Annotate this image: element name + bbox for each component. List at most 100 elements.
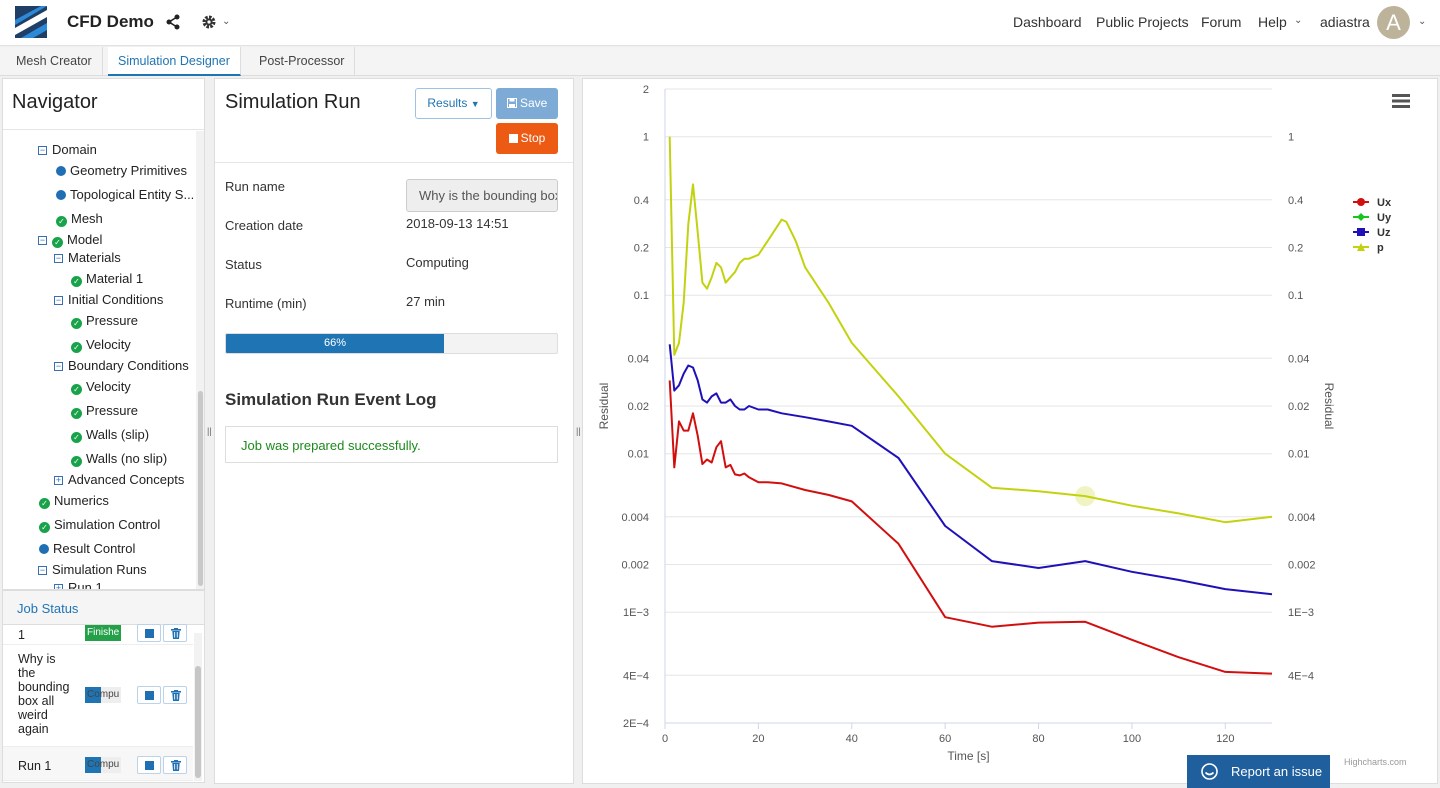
tree-item[interactable]: ✓ Velocity [71,379,131,395]
tree-item[interactable]: ✓ Mesh [56,211,103,227]
tree-item-label: Velocity [86,337,131,352]
tab-post-processor[interactable]: Post-Processor [249,47,356,76]
table-row[interactable]: Why is the bounding box all weird again … [3,645,193,747]
expand-icon[interactable]: + [54,476,63,485]
run-name-input[interactable]: Why is the bounding box all weird again [406,179,558,212]
tree-item-label: Pressure [86,313,139,328]
tree-item[interactable]: ✓ Numerics [39,493,109,509]
y-tick-label: 0.1 [634,290,649,302]
tree-item[interactable]: − ✓ Model [38,232,102,248]
tree-item-label: Walls (no slip) [86,451,168,466]
chevron-down-icon[interactable]: ⌄ [222,16,230,27]
tab-mesh-creator[interactable]: Mesh Creator [6,47,103,76]
page-title: Simulation Run [225,91,361,113]
job-name: Run 1 [18,759,52,773]
delete-job-button[interactable] [163,624,187,642]
check-icon: ✓ [52,237,63,248]
stop-button[interactable]: Stop [496,123,558,154]
floppy-disk-icon [506,98,517,108]
tree-item[interactable]: − Initial Conditions [54,292,163,307]
share-icon[interactable] [166,14,180,30]
tree-item[interactable]: − Materials [54,250,121,265]
tree-item[interactable]: − Simulation Runs [38,562,147,577]
tree-item-label: Materials [68,250,121,265]
stop-icon [508,134,518,143]
tree-item[interactable]: Topological Entity S... [56,187,194,202]
check-icon: ✓ [71,408,82,419]
gear-icon[interactable] [201,14,217,30]
tree-item-label: Result Control [53,541,136,556]
results-dropdown-button[interactable]: Results ▼ [415,88,492,119]
tree-item[interactable]: + Advanced Concepts [54,472,184,487]
nav-forum[interactable]: Forum [1201,14,1241,30]
status-dot-icon [39,544,49,554]
tree-item[interactable]: Result Control [39,541,135,556]
chart-credits[interactable]: Highcharts.com [1344,757,1407,767]
panel-splitter-handle[interactable]: || [576,426,581,436]
report-issue-label: Report an issue [1231,764,1323,779]
nav-dashboard[interactable]: Dashboard [1013,14,1082,30]
legend-label: p [1377,242,1384,254]
stop-job-button[interactable] [137,686,161,704]
collapse-icon[interactable]: − [38,566,47,575]
x-tick-label: 60 [939,733,951,745]
tree-item[interactable]: ✓ Velocity [71,337,131,353]
username[interactable]: adiastra [1320,14,1370,30]
tree-item[interactable]: ✓ Material 1 [71,271,143,287]
collapse-icon[interactable]: − [54,254,63,263]
tree-item[interactable]: ✓ Walls (slip) [71,427,149,443]
tree-item-label: Initial Conditions [68,292,164,307]
series-line-Ux [668,380,1273,675]
collapse-icon[interactable]: − [38,146,47,155]
collapse-icon[interactable]: − [38,236,47,245]
chevron-down-icon[interactable]: ⌄ [1294,15,1302,26]
table-row[interactable]: 1 Finishe [3,624,193,645]
tree-item[interactable]: ✓ Pressure [71,313,138,329]
stop-icon [145,761,154,770]
tree-item[interactable]: ✓ Walls (no slip) [71,451,167,467]
collapse-icon[interactable]: − [54,362,63,371]
job-status-title[interactable]: Job Status [17,601,78,616]
creation-date-value: 2018-09-13 14:51 [406,216,509,231]
tree-item[interactable]: + Run 1 [54,580,103,589]
chart-menu-icon[interactable] [1392,94,1410,108]
tab-simulation-designer[interactable]: Simulation Designer [108,47,241,76]
job-progress-bar: Compu [85,687,121,703]
tree-item[interactable]: Geometry Primitives [56,163,187,178]
tree-item[interactable]: − Boundary Conditions [54,358,189,373]
y-tick-label: 0.004 [621,512,649,524]
y2-tick-label: 0.004 [1288,512,1316,524]
tree-item[interactable]: − Domain [38,142,97,157]
delete-job-button[interactable] [163,686,187,704]
delete-job-button[interactable] [163,756,187,774]
tree-item[interactable]: ✓ Pressure [71,403,138,419]
app-logo-icon[interactable] [15,6,47,38]
x-tick-label: 40 [846,733,858,745]
tree-item-label: Mesh [71,211,103,226]
avatar[interactable]: A [1377,6,1410,39]
table-row[interactable]: Run 1 Compu [3,747,193,781]
y2-tick-label: 0.02 [1288,401,1309,413]
y-tick-label: 0.01 [628,449,649,461]
series-line-Uz [668,344,1273,596]
app-title[interactable]: CFD Demo [67,12,154,32]
collapse-icon[interactable]: − [54,296,63,305]
save-button[interactable]: Save [496,88,558,119]
panel-splitter-handle[interactable]: || [207,426,212,436]
y-tick-label: 0.4 [634,195,649,207]
y-tick-label: 1E−3 [623,607,649,619]
stop-job-button[interactable] [137,624,161,642]
stop-job-button[interactable] [137,756,161,774]
y-tick-label: 0.002 [621,560,649,572]
check-icon: ✓ [71,318,82,329]
navigator-scroll-thumb[interactable] [198,391,203,586]
tree-item[interactable]: ✓ Simulation Control [39,517,160,533]
job-status-scroll-thumb[interactable] [195,666,201,778]
nav-help[interactable]: Help [1258,14,1287,30]
nav-public-projects[interactable]: Public Projects [1096,14,1189,30]
chevron-down-icon[interactable]: ⌄ [1418,16,1426,27]
job-status-header[interactable]: Job Status [3,591,204,625]
hover-halo [1075,486,1096,507]
x-tick-label: 80 [1032,733,1044,745]
report-issue-button[interactable]: Report an issue [1187,755,1330,788]
